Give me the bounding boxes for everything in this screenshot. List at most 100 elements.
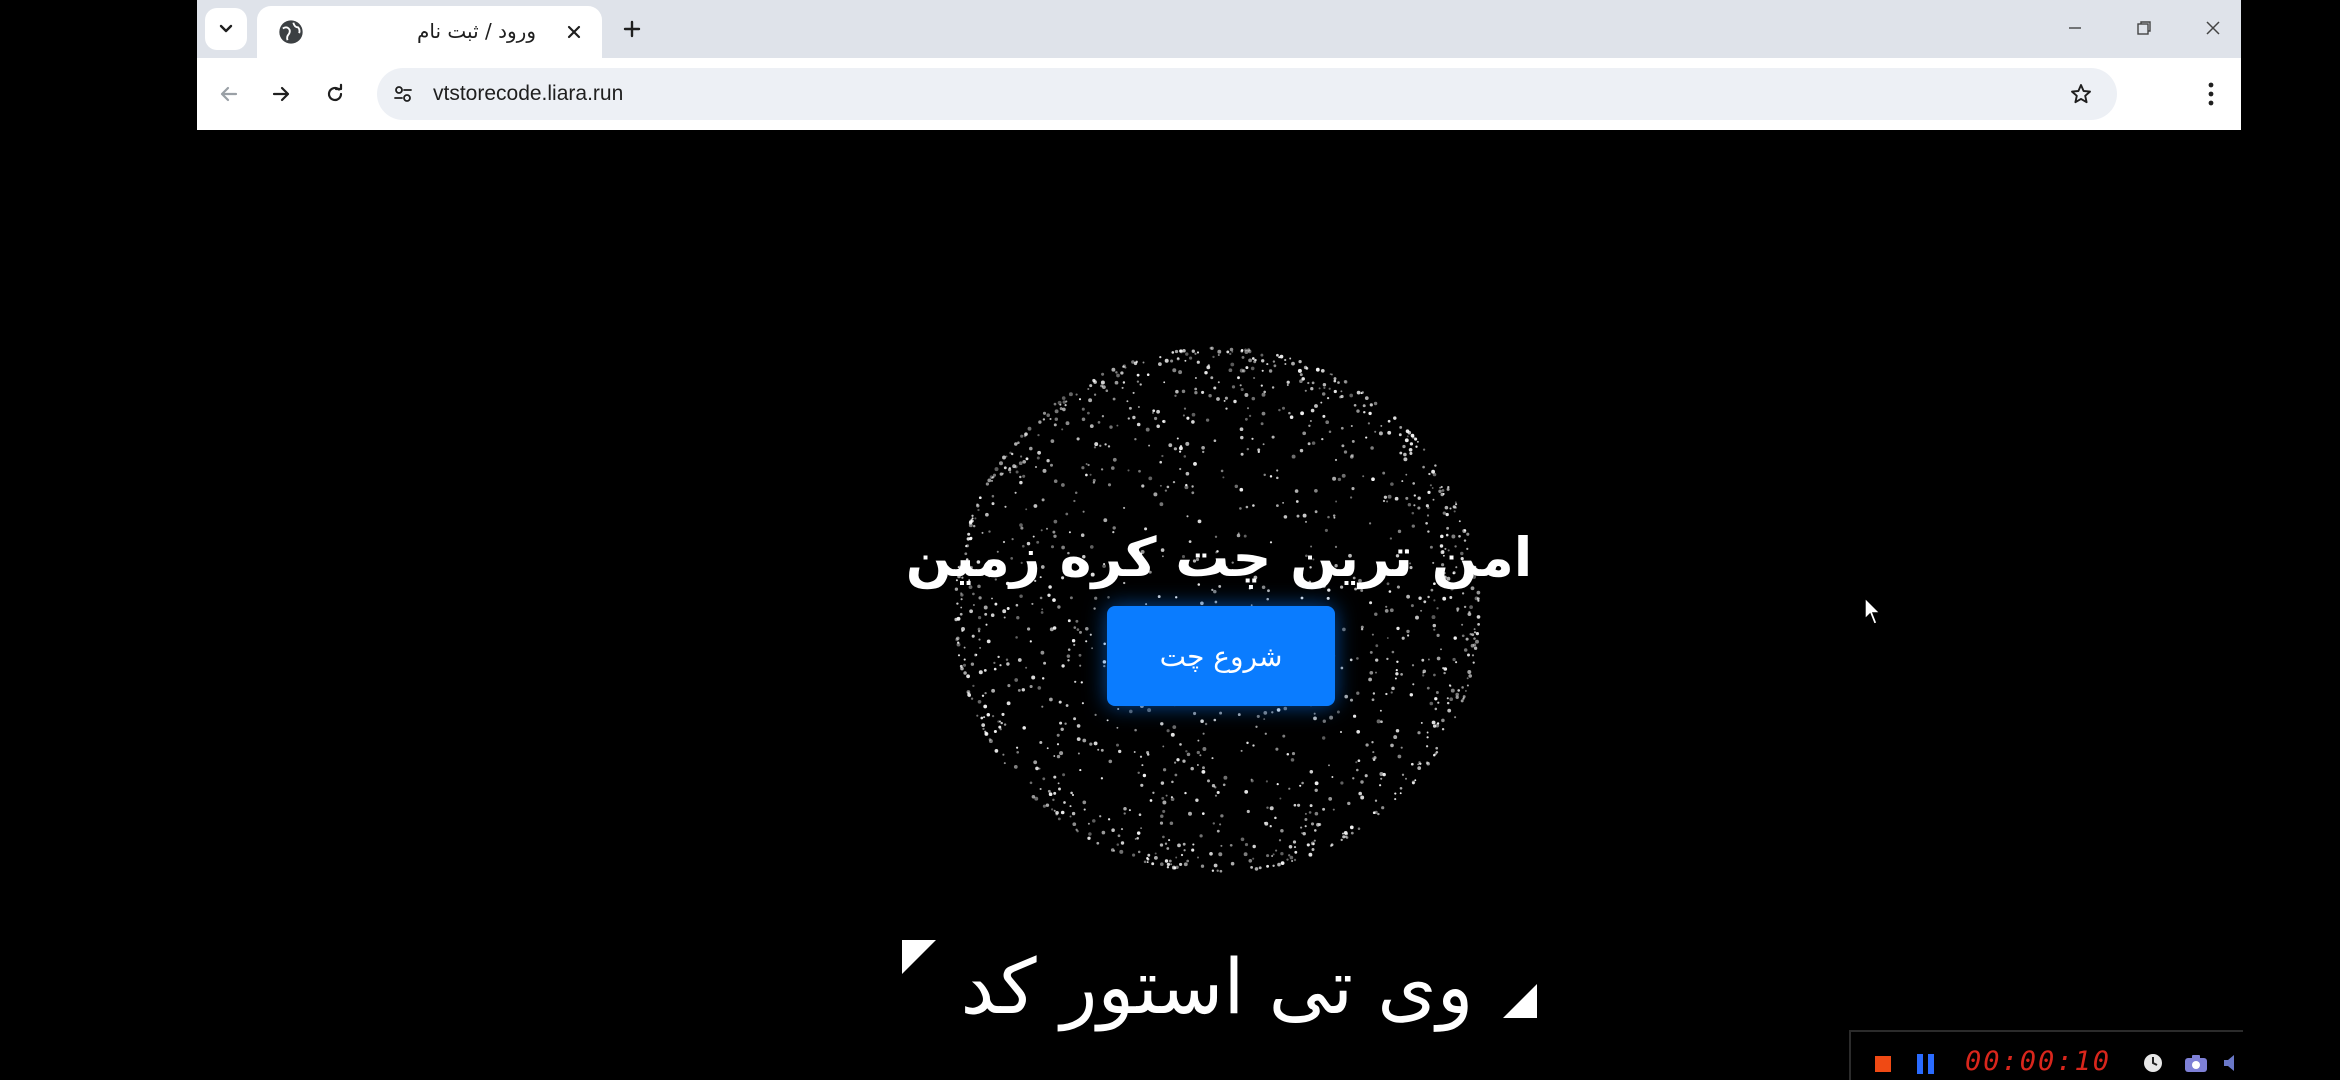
reload-button[interactable] <box>315 74 355 114</box>
particle-dot <box>1104 443 1107 446</box>
address-bar[interactable]: vtstorecode.liara.run <box>377 68 2117 120</box>
particle-dot <box>1120 828 1124 831</box>
particle-dot <box>1302 831 1306 836</box>
particle-dot <box>1434 697 1438 701</box>
particle-dot <box>1388 590 1392 593</box>
pause-recording-button[interactable] <box>1917 1054 1935 1074</box>
particle-dot <box>1328 797 1333 801</box>
particle-dot <box>1141 764 1144 767</box>
particle-dot <box>1360 625 1364 629</box>
particle-dot <box>1183 455 1187 458</box>
particle-dot <box>1427 506 1430 510</box>
back-button[interactable] <box>209 74 249 114</box>
particle-dot <box>1230 861 1235 866</box>
particle-dot <box>1211 869 1215 872</box>
particle-dot <box>1079 769 1082 772</box>
particle-dot <box>1374 799 1378 802</box>
particle-dot <box>1300 596 1304 600</box>
particle-dot <box>1172 725 1177 729</box>
particle-dot <box>1368 411 1372 416</box>
restore-button[interactable] <box>2119 8 2169 48</box>
particle-dot <box>1436 722 1440 725</box>
particle-dot <box>1311 441 1316 445</box>
particle-dot <box>1147 853 1151 857</box>
particle-dot <box>1136 422 1141 427</box>
particle-dot <box>1276 783 1279 786</box>
site-info-button[interactable] <box>385 76 421 112</box>
particle-dot <box>1297 803 1301 807</box>
bookmark-button[interactable] <box>2063 76 2099 112</box>
particle-dot <box>1200 864 1205 868</box>
particle-dot <box>1037 686 1042 690</box>
particle-dot <box>1335 500 1338 503</box>
volume-button[interactable] <box>2221 1050 2239 1076</box>
particle-dot <box>1433 673 1436 677</box>
particle-dot <box>994 467 999 472</box>
particle-dot <box>1137 850 1141 854</box>
tab-strip: ورود / ثبت نام <box>197 0 2241 58</box>
particle-dot <box>1191 420 1195 424</box>
particle-dot <box>1276 353 1279 357</box>
new-tab-button[interactable] <box>615 12 649 46</box>
particle-dot <box>1342 832 1344 835</box>
particle-dot <box>1314 829 1317 832</box>
particle-dot <box>1396 626 1400 631</box>
particle-dot <box>1184 485 1189 490</box>
particle-dot <box>1111 466 1115 470</box>
particle-dot <box>1162 768 1167 772</box>
particle-dot <box>1112 397 1116 401</box>
particle-dot <box>1447 485 1450 489</box>
particle-dot <box>1206 365 1211 370</box>
particle-dot <box>1063 801 1066 804</box>
particle-dot <box>1162 809 1166 813</box>
close-window-button[interactable] <box>2188 8 2238 48</box>
particle-dot <box>1422 674 1425 677</box>
particle-dot <box>1329 715 1334 720</box>
particle-dot <box>1322 414 1326 418</box>
schedule-button[interactable] <box>2140 1050 2166 1076</box>
recording-timer: 00:00:10 <box>1965 1046 2112 1077</box>
particle-dot <box>1376 719 1381 724</box>
particle-dot <box>1003 466 1007 470</box>
particle-dot <box>1169 821 1174 825</box>
particle-dot <box>1371 741 1374 744</box>
particle-dot <box>1127 469 1130 472</box>
particle-dot <box>1096 841 1100 845</box>
particle-dot <box>991 597 993 600</box>
tab-search-button[interactable] <box>205 8 247 50</box>
stop-recording-button[interactable] <box>1875 1056 1891 1072</box>
particle-dot <box>1378 784 1382 787</box>
particle-dot <box>1441 489 1445 492</box>
start-chat-button[interactable]: شروع چت <box>1107 606 1335 706</box>
particle-dot <box>1146 861 1149 864</box>
particle-dot <box>1373 756 1377 760</box>
browser-tab[interactable]: ورود / ثبت نام <box>257 6 602 58</box>
particle-dot <box>1103 642 1106 646</box>
particle-dot <box>1301 377 1305 381</box>
particle-dot <box>1000 721 1003 725</box>
particle-dot <box>1375 658 1379 662</box>
tab-title: ورود / ثبت نام <box>417 19 536 43</box>
particle-dot <box>1046 459 1050 463</box>
particle-dot <box>1380 720 1383 723</box>
particle-dot <box>1132 853 1136 857</box>
particle-dot <box>1128 709 1133 714</box>
particle-dot <box>1069 596 1073 600</box>
particle-dot <box>1006 701 1011 706</box>
particle-dot <box>1344 694 1349 699</box>
particle-dot <box>1142 773 1147 778</box>
close-tab-button[interactable] <box>560 18 588 46</box>
screenshot-button[interactable] <box>2183 1050 2209 1076</box>
particle-dot <box>962 663 967 667</box>
particle-dot <box>1055 811 1059 815</box>
browser-menu-button[interactable] <box>2193 74 2229 114</box>
particle-dot <box>1374 430 1377 433</box>
particle-dot <box>1170 359 1174 363</box>
particle-dot <box>1429 484 1432 487</box>
particle-dot <box>1195 798 1199 802</box>
forward-button[interactable] <box>261 74 301 114</box>
particle-dot <box>1219 711 1223 715</box>
minimize-button[interactable] <box>2050 8 2100 48</box>
particle-dot <box>1197 519 1202 524</box>
particle-dot <box>1039 596 1043 600</box>
